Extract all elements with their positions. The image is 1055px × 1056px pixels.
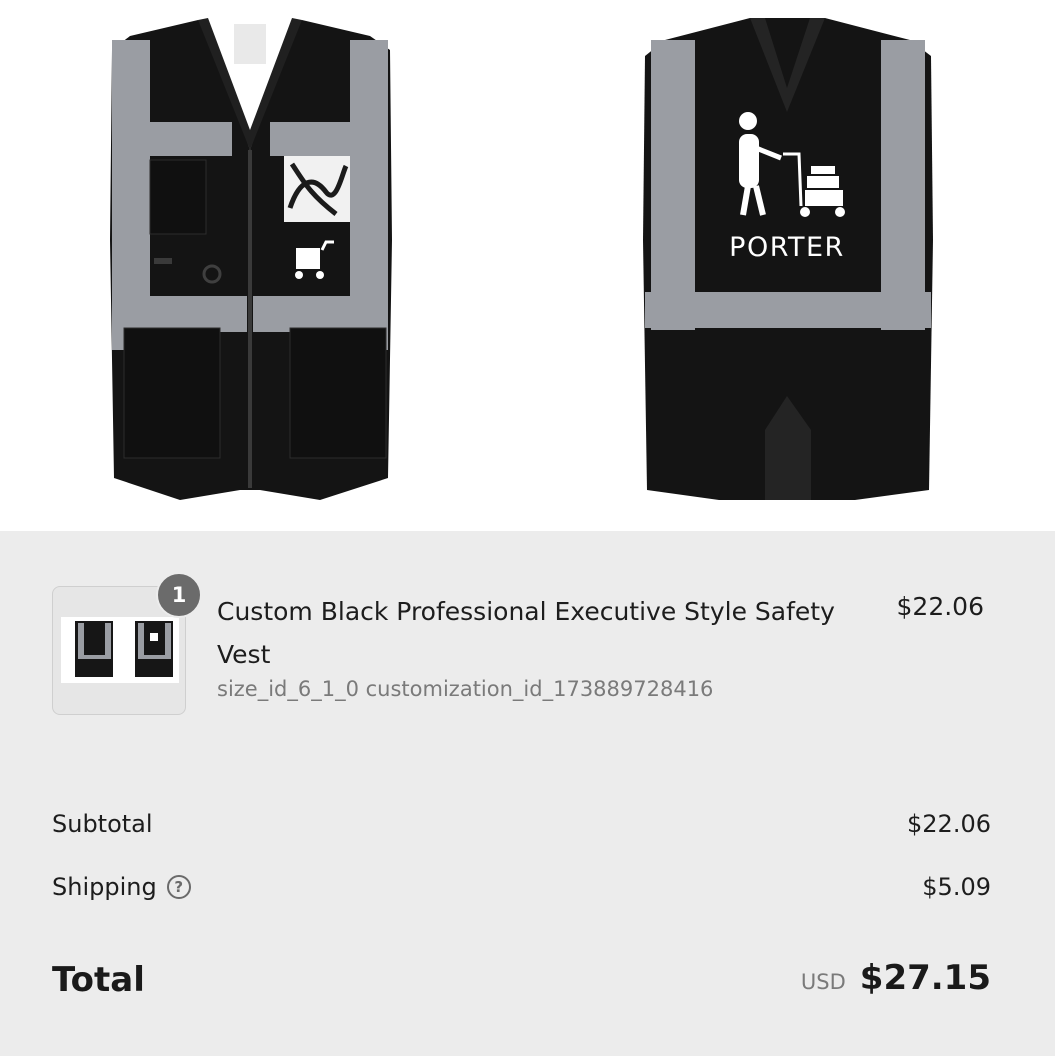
product-options: size_id_6_1_0 customization_id_173889728… — [217, 677, 714, 701]
subtotal-value: $22.06 — [907, 810, 991, 838]
product-price: $22.06 — [896, 592, 984, 621]
subtotal-label: Subtotal — [52, 810, 153, 838]
product-image-area: PORTER — [0, 0, 1055, 531]
thumbnail-image — [75, 621, 173, 677]
shipping-value: $5.09 — [922, 873, 991, 901]
total-label: Total — [52, 960, 145, 1000]
shipping-label: Shipping — [52, 873, 157, 901]
currency-code: USD — [800, 970, 846, 994]
shipping-row: Shipping ? — [52, 873, 191, 901]
product-title: Custom Black Professional Executive Styl… — [217, 597, 835, 669]
question-circle-icon[interactable]: ? — [166, 875, 191, 899]
vest-back-image: PORTER — [643, 18, 933, 500]
total-value: $27.15 — [859, 958, 991, 998]
total-amount: USD $27.15 — [801, 958, 991, 998]
back-print-text: PORTER — [729, 232, 845, 263]
quantity-badge: 1 — [156, 572, 202, 618]
vest-front-image — [110, 18, 392, 500]
